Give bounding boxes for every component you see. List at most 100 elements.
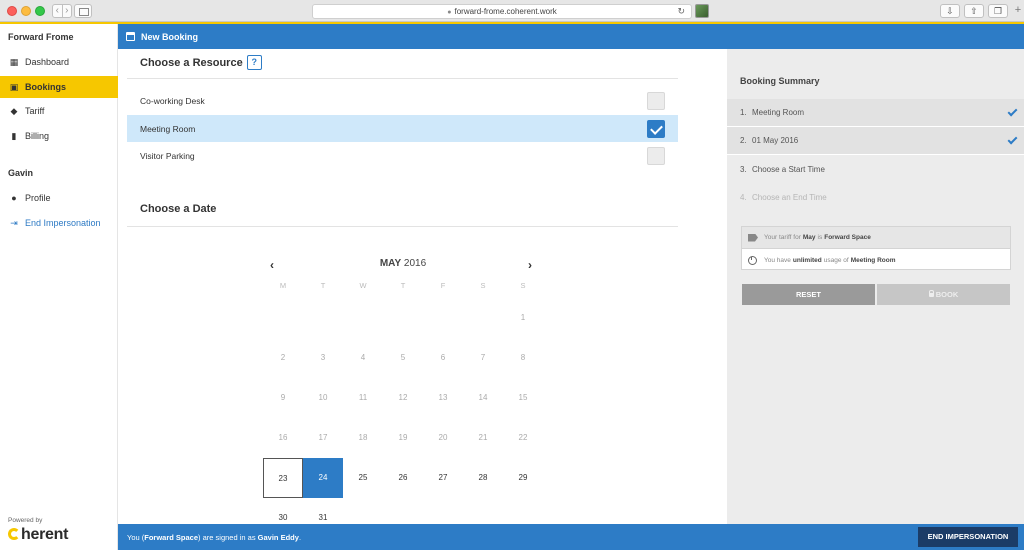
calendar-day: 21 [478,433,488,442]
share-icon[interactable]: ⇧ [964,4,984,18]
book-button[interactable]: BOOK [877,284,1010,305]
usage-line: You have unlimited usage of Meeting Room [742,249,1010,271]
end-impersonation-button[interactable]: END IMPERSONATION [918,527,1018,547]
lock-icon [928,290,935,297]
org-name: Forward Frome [8,32,74,42]
resource-option-label: Visitor Parking [140,150,195,161]
tag-icon: ◆ [10,105,18,116]
sidebar-item-dashboard[interactable]: ▦ Dashboard [0,51,118,73]
calendar-day: 4 [360,353,366,362]
calendar-day[interactable]: 29 [503,458,543,498]
summary-step-end-time: 4. Choose an End Time [727,183,1024,211]
summary-step-resource[interactable]: 1. Meeting Room [727,99,1024,127]
back-arrow-icon[interactable]: ‹ [53,5,63,17]
book-label: BOOK [935,290,959,299]
calendar-day[interactable]: 24 [303,458,343,498]
weekday-label: W [359,281,367,290]
calendar-day: 11 [358,393,368,402]
browser-toolbar: ‹ › ● forward-frome.coherent.work ↻ ⇩ ⇧ ❐… [0,0,1024,22]
step-number: 4. [740,192,747,202]
minimize-window-icon[interactable] [21,6,31,16]
tariff-line: Your tariff for May is Forward Space [742,227,1010,249]
calendar-day[interactable]: 28 [463,458,503,498]
page-header: New Booking [118,24,1024,49]
calendar-day: 18 [358,433,368,442]
logo-ring-icon [8,528,20,540]
calendar-day[interactable]: 30 [263,498,303,524]
calendar-day: 7 [480,353,486,362]
sidebar-item-tariff[interactable]: ◆ Tariff [0,100,118,122]
step-number: 3. [740,164,747,174]
choose-resource-heading: Choose a Resource? [140,55,262,70]
clock-icon [748,255,757,265]
close-window-icon[interactable] [7,6,17,16]
calendar-month-title: MAY 2016 [343,258,463,269]
calendar-day: 10 [318,393,328,402]
choose-resource-title: Choose a Resource [140,57,243,69]
divider [127,78,678,79]
favicon-icon[interactable] [695,4,709,18]
choose-date-heading: Choose a Date [140,203,217,215]
sidebar-toggle-icon[interactable] [74,4,92,18]
prev-month-icon[interactable]: ‹ [270,258,274,272]
reset-button[interactable]: RESET [742,284,875,305]
calendar-day: 9 [280,393,286,402]
calendar-day: 16 [278,433,288,442]
resource-checkbox[interactable] [647,92,665,110]
calendar-day[interactable]: 25 [343,458,383,498]
new-tab-icon[interactable]: + [1012,4,1024,18]
reload-icon[interactable]: ↻ [677,5,685,18]
calendar-day: 22 [518,433,528,442]
calendar-day[interactable]: 31 [303,498,343,524]
calendar-icon [126,32,135,41]
weekday-label: M [279,281,287,290]
summary-step-start-time[interactable]: 3. Choose a Start Time [727,155,1024,183]
forward-arrow-icon[interactable]: › [63,5,72,17]
step-number: 2. [740,136,747,145]
step-label: Choose a Start Time [752,164,825,174]
address-bar[interactable]: ● forward-frome.coherent.work ↻ [312,4,692,19]
maximize-window-icon[interactable] [35,6,45,16]
resource-option-meeting-room[interactable]: Meeting Room [127,115,678,142]
usage-prefix: You have [764,256,791,264]
step-label: 01 May 2016 [752,136,799,145]
resource-checkbox-checked[interactable] [647,120,665,138]
banner-user: Gavin Eddy [257,532,299,542]
download-icon[interactable]: ⇩ [940,4,960,18]
calendar-day: 17 [318,433,328,442]
sidebar-item-end-impersonation[interactable]: ⇥ End Impersonation [0,212,118,234]
calendar-day: 6 [440,353,446,362]
banner-org: Forward Space [144,532,199,542]
calendar-day: 8 [520,353,526,362]
divider [127,226,678,227]
browser-nav-buttons: ‹ › [52,4,72,18]
logo-text: herent [21,526,69,543]
step-label: Choose an End Time [752,192,827,202]
calendar-day[interactable]: 27 [423,458,463,498]
tabs-icon[interactable]: ❐ [988,4,1008,18]
sign-in-icon: ⇥ [10,217,18,228]
calendar-day: 14 [478,393,488,402]
calendar-day[interactable]: 26 [383,458,423,498]
tariff-month: May [802,234,816,241]
banner-prefix: You ( [127,532,145,542]
document-icon: ▮ [11,130,17,141]
calendar-day[interactable]: 23 [263,458,303,498]
calendar-day: 15 [518,393,528,402]
sidebar-item-label: Billing [25,131,50,141]
summary-step-date[interactable]: 2. 01 May 2016 [727,127,1024,155]
resource-option-coworking-desk[interactable]: Co-working Desk [127,87,678,114]
banner-mid: ) are signed in as [198,532,256,542]
resource-checkbox[interactable] [647,147,665,165]
sidebar-item-bookings[interactable]: ▣ Bookings [0,76,118,98]
booking-summary-panel: Booking Summary 1. Meeting Room 2. 01 Ma… [727,49,1024,524]
banner-suffix: . [298,532,302,542]
sidebar-item-profile[interactable]: ● Profile [0,187,118,209]
help-button[interactable]: ? [246,55,262,70]
sidebar-item-billing[interactable]: ▮ Billing [0,125,118,147]
coherent-logo[interactable]: herent [8,526,68,544]
tariff-prefix: Your tariff for [764,234,801,241]
resource-option-visitor-parking[interactable]: Visitor Parking [127,142,678,169]
next-month-icon[interactable]: › [528,258,532,272]
usage-amount: unlimited [792,256,822,264]
